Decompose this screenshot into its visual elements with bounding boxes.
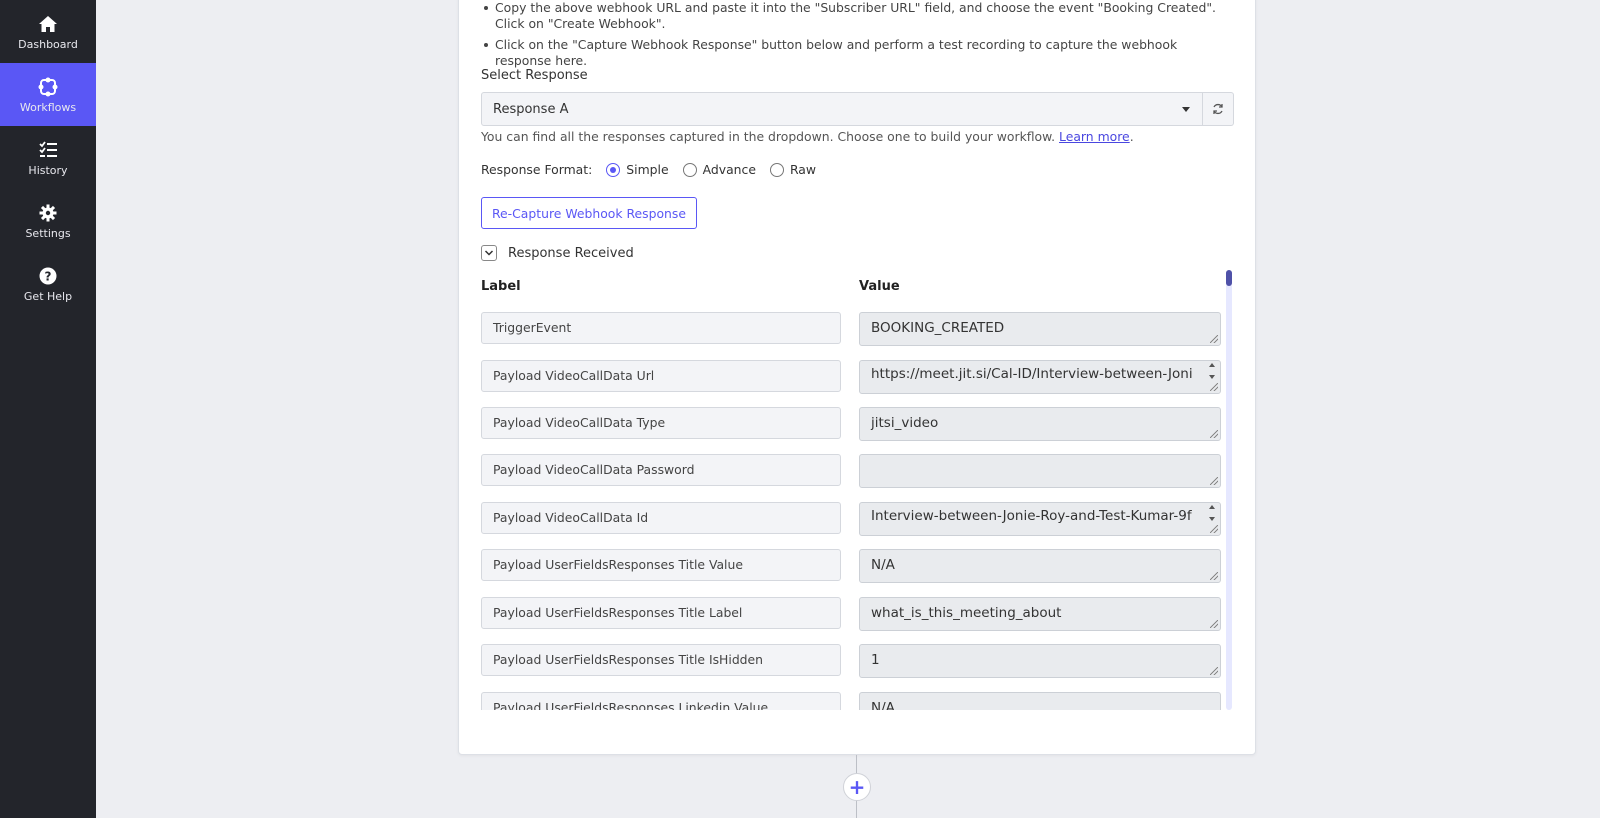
label-column-header: Label	[481, 279, 521, 294]
field-label: Payload VideoCallData Type	[481, 407, 841, 439]
workflows-icon	[37, 76, 59, 98]
plus-icon: +	[848, 775, 866, 799]
instruction-item: Copy the above webhook URL and paste it …	[481, 0, 1221, 32]
history-icon	[37, 139, 59, 161]
add-step-button[interactable]: +	[843, 773, 871, 801]
table-row: Payload VideoCallData Id Interview-betwe…	[481, 502, 1221, 538]
field-value[interactable]	[859, 454, 1221, 488]
scrollbar-thumb[interactable]	[1226, 270, 1232, 286]
field-value-text: BOOKING_CREATED	[871, 320, 1005, 336]
field-label: Payload VideoCallData Url	[481, 360, 841, 392]
sidebar-item-dashboard[interactable]: Dashboard	[0, 0, 96, 63]
field-value-text: 1	[871, 652, 880, 668]
field-value-text: Interview-between-Jonie-Roy-and-Test-Kum…	[871, 508, 1192, 535]
table-row: Payload VideoCallData Url https://meet.j…	[481, 360, 1221, 396]
resize-handle-icon[interactable]	[1210, 430, 1218, 438]
response-received-toggle[interactable]: Response Received	[481, 245, 634, 261]
field-value-text: N/A	[871, 700, 895, 710]
svg-text:?: ?	[45, 269, 52, 283]
field-value-text: jitsi_video	[871, 415, 939, 431]
sidebar-item-label: Settings	[25, 226, 71, 240]
format-advance-radio[interactable]: Advance	[682, 162, 756, 177]
radio-label: Raw	[789, 162, 817, 177]
field-value[interactable]: Interview-between-Jonie-Roy-and-Test-Kum…	[859, 502, 1221, 536]
sidebar-item-workflows[interactable]: Workflows	[0, 63, 96, 126]
sidebar-item-history[interactable]: History	[0, 126, 96, 189]
table-row: TriggerEvent BOOKING_CREATED	[481, 312, 1221, 348]
sidebar-item-get-help[interactable]: ? Get Help	[0, 252, 96, 315]
field-label: Payload VideoCallData Password	[481, 454, 841, 486]
field-label: TriggerEvent	[481, 312, 841, 344]
sidebar-item-label: Workflows	[19, 100, 77, 114]
refresh-icon	[1212, 100, 1224, 119]
fields-scrollbar[interactable]	[1226, 270, 1232, 710]
field-value[interactable]: what_is_this_meeting_about	[859, 597, 1221, 631]
sidebar-item-label: History	[28, 163, 68, 177]
sidebar-item-settings[interactable]: Settings	[0, 189, 96, 252]
select-help-message: You can find all the responses captured …	[481, 129, 1056, 144]
select-response-label: Select Response	[481, 68, 588, 83]
format-raw-radio[interactable]: Raw	[769, 162, 817, 177]
resize-handle-icon[interactable]	[1210, 572, 1218, 580]
refresh-responses-button[interactable]	[1203, 92, 1234, 126]
chevron-down-icon	[481, 245, 497, 261]
table-row: Payload UserFieldsResponses Title IsHidd…	[481, 644, 1221, 680]
sidebar: Dashboard Workflows History Settings ? G…	[0, 0, 96, 818]
radio-label: Simple	[626, 162, 669, 177]
field-value-text: what_is_this_meeting_about	[871, 605, 1062, 621]
radio-circle	[606, 162, 621, 177]
table-row: Payload UserFieldsResponses Linkedin Val…	[481, 692, 1221, 710]
sidebar-item-label: Dashboard	[18, 37, 78, 51]
scroll-arrows-icon[interactable]	[1207, 505, 1217, 521]
response-format-label: Response Format:	[481, 162, 593, 177]
response-received-label: Response Received	[508, 245, 634, 261]
field-label: Payload UserFieldsResponses Title Label	[481, 597, 841, 629]
radio-circle	[769, 162, 784, 177]
response-fields-list[interactable]: TriggerEvent BOOKING_CREATED Payload Vid…	[481, 306, 1221, 710]
field-value[interactable]: N/A	[859, 692, 1221, 710]
table-row: Payload UserFieldsResponses Title Value …	[481, 549, 1221, 585]
field-value-text: https://meet.jit.si/Cal-ID/Interview-bet…	[871, 366, 1193, 393]
field-label: Payload UserFieldsResponses Title Value	[481, 549, 841, 581]
response-format-group: Response Format: Simple Advance Raw	[481, 162, 816, 177]
radio-label: Advance	[702, 162, 756, 177]
field-value[interactable]: https://meet.jit.si/Cal-ID/Interview-bet…	[859, 360, 1221, 394]
resize-handle-icon[interactable]	[1210, 477, 1218, 485]
response-select-value: Response A	[493, 101, 569, 117]
field-value[interactable]: 1	[859, 644, 1221, 678]
field-label: Payload VideoCallData Id	[481, 502, 841, 534]
resize-handle-icon[interactable]	[1210, 620, 1218, 628]
scroll-arrows-icon[interactable]	[1207, 363, 1217, 379]
instruction-item: Click on the "Capture Webhook Response" …	[481, 37, 1221, 69]
field-value[interactable]: jitsi_video	[859, 407, 1221, 441]
field-value-text: N/A	[871, 557, 895, 573]
resize-handle-icon[interactable]	[1210, 667, 1218, 675]
resize-handle-icon[interactable]	[1210, 383, 1218, 391]
value-column-header: Value	[859, 279, 900, 294]
resize-handle-icon[interactable]	[1210, 525, 1218, 533]
gear-icon	[37, 202, 59, 224]
field-label: Payload UserFieldsResponses Title IsHidd…	[481, 644, 841, 676]
table-row: Payload VideoCallData Type jitsi_video	[481, 407, 1221, 443]
field-label: Payload UserFieldsResponses Linkedin Val…	[481, 692, 841, 710]
field-value[interactable]: N/A	[859, 549, 1221, 583]
help-icon: ?	[37, 265, 59, 287]
learn-more-link[interactable]: Learn more	[1059, 129, 1130, 144]
field-value[interactable]: BOOKING_CREATED	[859, 312, 1221, 346]
caret-down-icon	[1182, 107, 1190, 112]
select-help-text: You can find all the responses captured …	[481, 129, 1134, 144]
radio-circle	[682, 162, 697, 177]
table-row: Payload VideoCallData Password	[481, 454, 1221, 490]
sidebar-item-label: Get Help	[23, 289, 73, 303]
resize-handle-icon[interactable]	[1210, 335, 1218, 343]
format-simple-radio[interactable]: Simple	[606, 162, 669, 177]
help-period: .	[1129, 129, 1134, 144]
recapture-webhook-button[interactable]: Re-Capture Webhook Response	[481, 197, 697, 229]
response-select[interactable]: Response A	[481, 92, 1203, 126]
table-row: Payload UserFieldsResponses Title Label …	[481, 597, 1221, 633]
instructions-list: Copy the above webhook URL and paste it …	[481, 0, 1221, 74]
home-icon	[37, 13, 59, 35]
